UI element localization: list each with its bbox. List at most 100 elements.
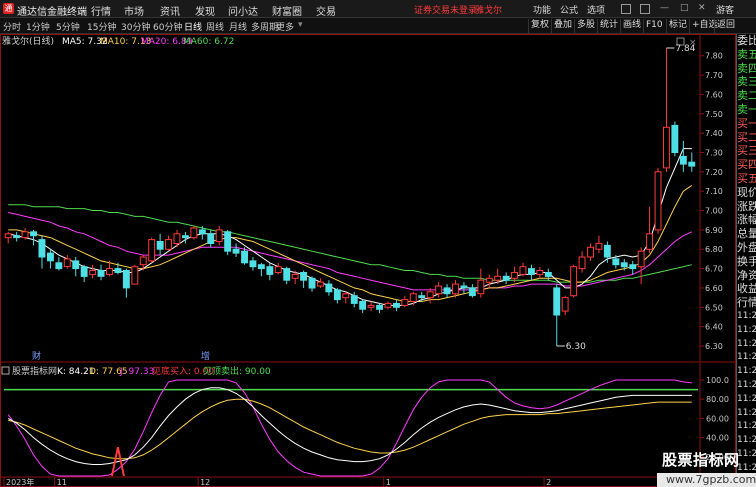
- indicator-name[interactable]: 股票指标网: [12, 365, 57, 377]
- candle-body: [173, 233, 181, 245]
- stock-name-link[interactable]: 雅戈尔: [475, 3, 502, 16]
- menu-jiaoyi[interactable]: 交易: [316, 3, 336, 18]
- period-weekly[interactable]: 周线: [206, 20, 224, 33]
- layout-icon[interactable]: [640, 4, 650, 14]
- period-30min[interactable]: 30分钟: [121, 20, 150, 33]
- period-monthly[interactable]: 月线: [229, 20, 247, 33]
- f10-button[interactable]: F10: [643, 19, 665, 33]
- menu-gongneng[interactable]: 功能: [533, 3, 551, 16]
- candle-body: [249, 260, 257, 268]
- side-item: 卖四: [737, 61, 756, 75]
- candle-body: [359, 301, 367, 310]
- menu-faxian[interactable]: 发现: [195, 3, 215, 18]
- low-price-label: 6.30: [566, 342, 586, 352]
- sell-signal-value: 见顶卖出: 90.00: [203, 365, 271, 377]
- candle-body: [333, 289, 341, 301]
- maximize-icon[interactable]: □: [680, 3, 689, 13]
- candle-body: [283, 268, 291, 281]
- date-tick-label: 11: [57, 478, 67, 487]
- price-tick-label: 7.70: [705, 71, 723, 80]
- stats-button[interactable]: 统计: [597, 19, 620, 33]
- period-toolbar: 分时 1分钟 5分钟 15分钟 30分钟 60分钟 日线 周线 月线 多周期 更…: [0, 18, 756, 34]
- candle-body: [156, 241, 164, 250]
- candle-body: [257, 264, 265, 270]
- fuquan-button[interactable]: 复权: [528, 19, 551, 33]
- side-item: 现价: [737, 185, 756, 199]
- candle-body: [426, 291, 434, 299]
- indicator-lines: [4, 379, 698, 477]
- candle-body: [4, 233, 12, 239]
- side-item: 行情: [737, 296, 756, 310]
- candle-body: [401, 299, 409, 306]
- price-tick-label: 6.90: [705, 226, 723, 235]
- app-logo-icon: 通: [3, 3, 14, 14]
- menu-hangqing[interactable]: 行情: [91, 3, 111, 18]
- side-item: 总量: [737, 227, 756, 241]
- period-5min[interactable]: 5分钟: [56, 20, 80, 33]
- candle-body: [190, 227, 198, 239]
- side-item: 净资: [737, 268, 756, 282]
- indicator-toggle-icon[interactable]: [1, 366, 10, 375]
- candle-body: [325, 283, 333, 293]
- side-item: 卖五: [737, 47, 756, 61]
- k-line: [7, 387, 692, 465]
- side-item: 外盘: [737, 240, 756, 254]
- draw-line-button[interactable]: 画线: [620, 19, 643, 33]
- menu-zixun[interactable]: 资讯: [160, 3, 180, 18]
- menu-wenxiaoda[interactable]: 问小达: [228, 3, 258, 18]
- price-tick-label: 6.50: [705, 303, 723, 312]
- price-axis: 7.80 7.70 7.60 7.50 7.40 7.30 7.20 7.10 7.00 6.90…: [700, 52, 723, 351]
- candle-body: [528, 268, 535, 275]
- back-button[interactable]: 返回: [714, 19, 737, 33]
- candle-body: [553, 287, 561, 316]
- period-1min[interactable]: 1分钟: [26, 20, 50, 33]
- candle-body: [207, 233, 215, 245]
- candle-body: [72, 260, 80, 270]
- side-clock: 11:25: [737, 338, 756, 349]
- overlay-button[interactable]: 叠加: [551, 19, 574, 33]
- chevron-down-icon[interactable]: ▾: [298, 20, 303, 30]
- price-tick-label: 7.80: [705, 52, 723, 61]
- menu-caifuquan[interactable]: 财富圈: [272, 3, 302, 18]
- period-60min[interactable]: 60分钟: [153, 20, 182, 33]
- side-item: 买三: [737, 144, 756, 158]
- guest-label[interactable]: 游客: [716, 3, 734, 16]
- period-daily[interactable]: 日线: [184, 20, 202, 33]
- period-fenshi[interactable]: 分时: [3, 20, 21, 33]
- watermark-url: www.7gpzb.com: [666, 473, 756, 486]
- candles: [4, 48, 696, 346]
- marker-zeng[interactable]: 增: [201, 350, 210, 362]
- candle-body: [232, 248, 240, 254]
- side-clock: 11:25: [737, 310, 756, 321]
- candle-body: [47, 252, 54, 262]
- menu-gongshi[interactable]: 公式: [560, 3, 578, 16]
- candle-body: [519, 266, 527, 275]
- period-more[interactable]: 更多: [276, 20, 294, 33]
- candle-body: [663, 126, 670, 169]
- candle-body: [384, 302, 392, 308]
- candle-body: [13, 235, 21, 239]
- candle-body: [139, 256, 147, 266]
- login-notice[interactable]: 证券交易未登录: [414, 3, 477, 16]
- menu-shichang[interactable]: 市场: [124, 3, 144, 18]
- price-tick-label: 6.70: [705, 265, 723, 274]
- menu-xuanxiang[interactable]: 选项: [587, 3, 605, 16]
- multi-stock-button[interactable]: 多股: [574, 19, 597, 33]
- ma-lines: [8, 148, 693, 306]
- candle-body: [38, 239, 46, 258]
- mark-button[interactable]: 标记: [666, 19, 689, 33]
- side-item: 买二: [737, 130, 756, 144]
- candle-body: [460, 285, 468, 289]
- candle-body: [612, 258, 620, 266]
- close-icon[interactable]: ✕: [698, 3, 706, 13]
- side-clock: 11:25: [737, 407, 756, 418]
- period-multi[interactable]: 多周期: [251, 20, 278, 33]
- marker-cai[interactable]: 财: [32, 350, 41, 362]
- kline-chart[interactable]: 雅戈尔(日线) MA5: 7.32 MA10: 7.13 MA20: 6.89 …: [0, 34, 736, 487]
- period-15min[interactable]: 15分钟: [87, 20, 116, 33]
- minimize-icon[interactable]: —: [660, 3, 669, 13]
- price-tick-label: 6.40: [705, 323, 723, 332]
- date-tick-label: 2: [546, 478, 551, 487]
- price-tick-label: 7.40: [705, 129, 723, 138]
- window-icon[interactable]: [621, 4, 631, 14]
